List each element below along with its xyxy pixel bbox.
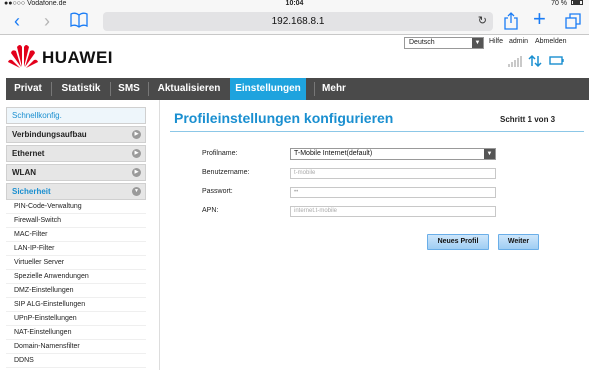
profile-name-label: Profilname:	[202, 150, 238, 157]
browser-toolbar: ‹ › 192.168.8.1 ↻ +	[0, 8, 589, 35]
sidebar-subitem-special-apps[interactable]: Spezielle Anwendungen	[6, 270, 146, 284]
nav-sms[interactable]: SMS	[111, 78, 147, 100]
bookmarks-icon[interactable]	[70, 12, 88, 32]
sidebar-item-label: WLAN	[12, 168, 36, 177]
sidebar-subitem-dmz[interactable]: DMZ-Einstellungen	[6, 284, 146, 298]
chevron-down-icon: ▼	[484, 149, 495, 159]
profile-name-select[interactable]: T-Mobile Internet(default) ▼	[290, 148, 496, 160]
sidebar-item-label: Sicherheit	[12, 187, 51, 196]
sidebar-subitem-lan-ip-filter[interactable]: LAN-IP-Filter	[6, 242, 146, 256]
admin-link[interactable]: admin	[509, 38, 528, 45]
address-bar[interactable]: 192.168.8.1 ↻	[103, 12, 493, 31]
sidebar-item-quick-setup[interactable]: Schnellkonfig.	[6, 107, 146, 124]
nav-privat[interactable]: Privat	[6, 78, 50, 100]
battery-icon	[571, 0, 583, 5]
sidebar-subitem-pin[interactable]: PIN-Code-Verwaltung	[6, 200, 146, 214]
sidebar-subitem-mac-filter[interactable]: MAC-Filter	[6, 228, 146, 242]
wan-connection-icon	[549, 56, 564, 65]
sidebar-item-connection[interactable]: Verbindungsaufbau ▶	[6, 126, 146, 143]
battery-indicator: 70 %	[551, 0, 583, 8]
sidebar-item-security[interactable]: Sicherheit ▼	[6, 183, 146, 200]
help-link[interactable]: Hilfe	[489, 38, 503, 45]
sidebar-subitem-upnp[interactable]: UPnP-Einstellungen	[6, 312, 146, 326]
battery-percent: 70 %	[551, 0, 568, 7]
apn-field[interactable]: internet.t-mobile	[290, 206, 496, 217]
new-tab-icon[interactable]: +	[533, 8, 546, 30]
sidebar-subitem-sip-alg[interactable]: SIP ALG-Einstellungen	[6, 298, 146, 312]
nav-mehr[interactable]: Mehr	[314, 78, 354, 100]
sidebar-subitem-virtual-server[interactable]: Virtueller Server	[6, 256, 146, 270]
nav-statistik[interactable]: Statistik	[53, 78, 109, 100]
sidebar-subitem-nat[interactable]: NAT-Einstellungen	[6, 326, 146, 340]
language-select[interactable]: Deutsch ▼	[404, 37, 484, 49]
brand-name: HUAWEI	[42, 48, 113, 67]
signal-strength-icon	[508, 56, 522, 67]
nav-separator	[51, 82, 52, 96]
next-button[interactable]: Weiter	[498, 234, 539, 250]
sidebar-divider	[159, 100, 160, 370]
sidebar-item-label: Ethernet	[12, 149, 45, 158]
huawei-petals-icon	[8, 45, 38, 68]
sidebar: Schnellkonfig. Verbindungsaufbau ▶ Ether…	[6, 107, 146, 370]
ios-status-bar: ●●○○○ Vodafone.de 10:04 70 %	[0, 0, 589, 8]
password-field[interactable]: ••	[290, 187, 496, 198]
data-transfer-icon	[528, 54, 542, 68]
username-label: Benutzername:	[202, 169, 250, 176]
nav-aktualisieren[interactable]: Aktualisieren	[149, 78, 229, 100]
reload-icon[interactable]: ↻	[478, 12, 487, 31]
clock: 10:04	[285, 0, 304, 7]
logout-link[interactable]: Abmelden	[535, 38, 567, 45]
back-icon[interactable]: ‹	[14, 11, 20, 31]
forward-icon[interactable]: ›	[44, 11, 50, 31]
chevron-right-icon: ▶	[132, 130, 141, 139]
nav-einstellungen[interactable]: Einstellungen	[230, 78, 306, 100]
password-label: Passwort:	[202, 188, 233, 195]
sidebar-item-label: Verbindungsaufbau	[12, 130, 87, 139]
apn-label: APN:	[202, 207, 219, 214]
chevron-down-icon: ▼	[132, 187, 141, 196]
sidebar-subitem-firewall[interactable]: Firewall-Switch	[6, 214, 146, 228]
title-divider	[170, 131, 584, 132]
profile-name-value: T-Mobile Internet(default)	[294, 150, 373, 157]
sidebar-subitem-ddns[interactable]: DDNS	[6, 354, 146, 368]
chevron-right-icon: ▶	[132, 168, 141, 177]
sidebar-item-wlan[interactable]: WLAN ▶	[6, 164, 146, 181]
chevron-down-icon: ▼	[472, 38, 483, 48]
huawei-logo: HUAWEI	[8, 43, 118, 69]
tabs-icon[interactable]	[565, 13, 581, 33]
main-navigation: Privat Statistik SMS Aktualisieren Einst…	[6, 78, 589, 100]
connection-status-icons	[508, 54, 568, 68]
sidebar-subitem-domain-filter[interactable]: Domain-Namensfilter	[6, 340, 146, 354]
url-text: 192.168.8.1	[271, 16, 325, 27]
chevron-right-icon: ▶	[132, 149, 141, 158]
step-indicator: Schritt 1 von 3	[500, 115, 556, 124]
sidebar-item-ethernet[interactable]: Ethernet ▶	[6, 145, 146, 162]
share-icon[interactable]	[504, 12, 518, 34]
sidebar-item-label: Schnellkonfig.	[12, 111, 62, 120]
new-profile-button[interactable]: Neues Profil	[427, 234, 489, 250]
username-field[interactable]: t-mobile	[290, 168, 496, 179]
page-title: Profileinstellungen konfigurieren	[174, 110, 394, 126]
language-value: Deutsch	[409, 39, 435, 46]
